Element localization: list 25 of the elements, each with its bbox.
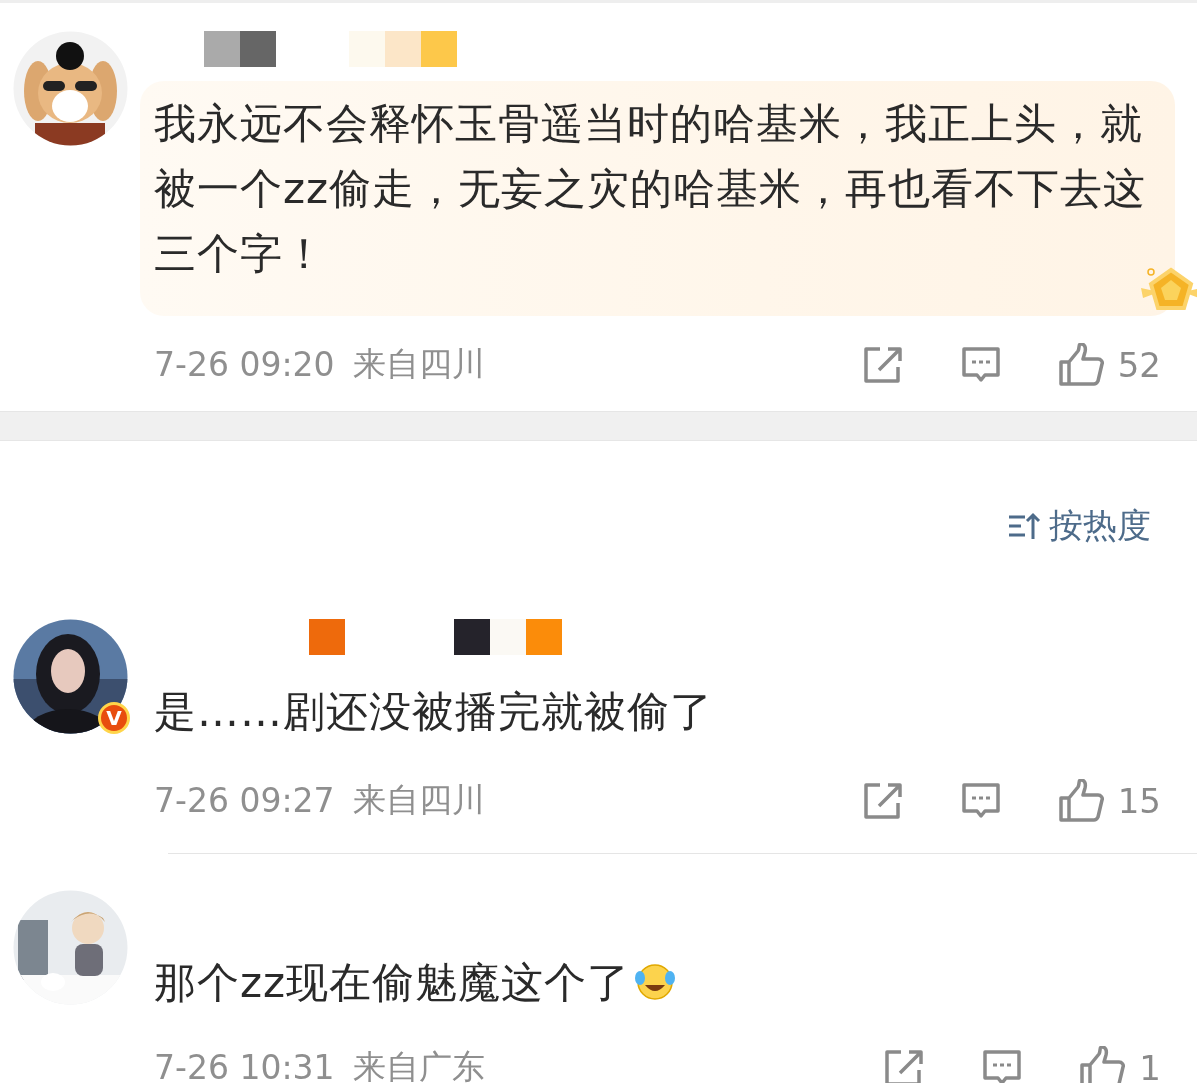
comment-icon[interactable] xyxy=(959,344,1002,385)
comment-location: 来自四川 xyxy=(352,343,485,385)
comment-time: 7-26 10:31 xyxy=(154,1048,335,1083)
sort-icon xyxy=(1007,511,1041,541)
comment-text: 是……剧还没被播完就被偷了 xyxy=(154,686,714,738)
share-icon[interactable] xyxy=(883,1047,926,1083)
share-icon[interactable] xyxy=(861,780,904,821)
comment-text: 我永远不会释怀玉骨遥当时的哈基米，我正上头，就被一个zz偷走，无妄之灾的哈基米，再也看不下去这三个字！ xyxy=(154,98,1147,280)
like-count: 1 xyxy=(1139,1047,1161,1083)
thumbs-up-icon[interactable] xyxy=(1057,778,1104,823)
laughing-emoji-icon xyxy=(634,961,677,1001)
comment-icon[interactable] xyxy=(981,1047,1024,1083)
like-count: 15 xyxy=(1117,780,1161,821)
share-icon[interactable] xyxy=(861,344,904,385)
like-count: 52 xyxy=(1117,344,1161,385)
thumbs-up-icon[interactable] xyxy=(1079,1045,1126,1083)
comment-icon[interactable] xyxy=(959,780,1002,821)
comment-text: 那个zz现在偷魅魔这个了 xyxy=(154,950,1147,1015)
sort-button[interactable]: 按热度 xyxy=(1007,503,1151,549)
comment-time: 7-26 09:20 xyxy=(154,345,335,384)
comment-time: 7-26 09:27 xyxy=(154,781,335,820)
verified-badge: V xyxy=(98,702,130,734)
comment-location: 来自广东 xyxy=(352,1046,485,1083)
thumbs-up-icon[interactable] xyxy=(1057,342,1104,387)
comment-location: 来自四川 xyxy=(352,779,485,821)
